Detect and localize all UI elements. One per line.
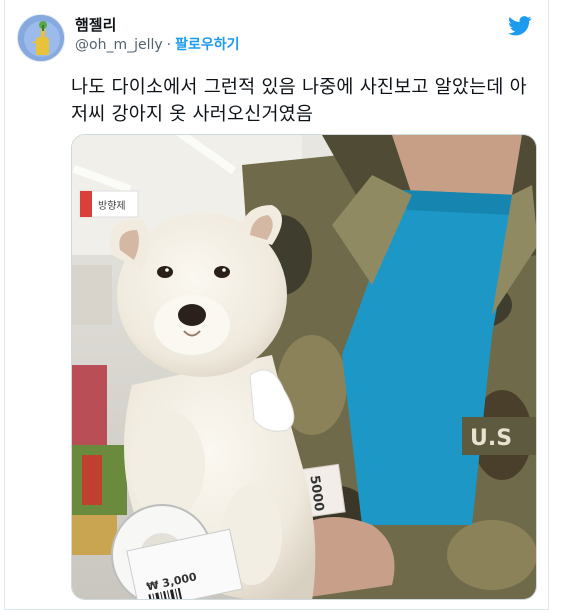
user-name-block: 햄젤리 @oh_m_jelly · 팔로우하기 (75, 15, 240, 54)
avatar[interactable] (17, 14, 65, 62)
puppy-photo-image: 방향제 U.S 5000 ₩ 3,000 (72, 135, 536, 599)
shirt-patch-text: U.S (470, 426, 512, 451)
tweet-header: 햄젤리 @oh_m_jelly · 팔로우하기 (17, 12, 536, 64)
follow-button[interactable]: 팔로우하기 (175, 37, 239, 53)
user-handle[interactable]: @oh_m_jelly (75, 37, 163, 53)
separator-dot: · (166, 37, 172, 53)
tweet-media[interactable]: 방향제 U.S 5000 ₩ 3,000 (71, 134, 537, 600)
tweet-text: 나도 다이소에서 그런적 있음 나중에 사진보고 알았는데 아저씨 강아지 옷 … (71, 77, 527, 125)
avatar-cartoon-icon (18, 15, 64, 61)
twitter-bird-icon[interactable] (508, 16, 532, 36)
meta-line: @oh_m_jelly · 팔로우하기 (75, 36, 240, 54)
display-name[interactable]: 햄젤리 (75, 15, 240, 35)
store-sign-text: 방향제 (98, 200, 126, 212)
tweet-card: 햄젤리 @oh_m_jelly · 팔로우하기 나도 다이소에서 그런적 있음 나중… (4, 0, 549, 610)
